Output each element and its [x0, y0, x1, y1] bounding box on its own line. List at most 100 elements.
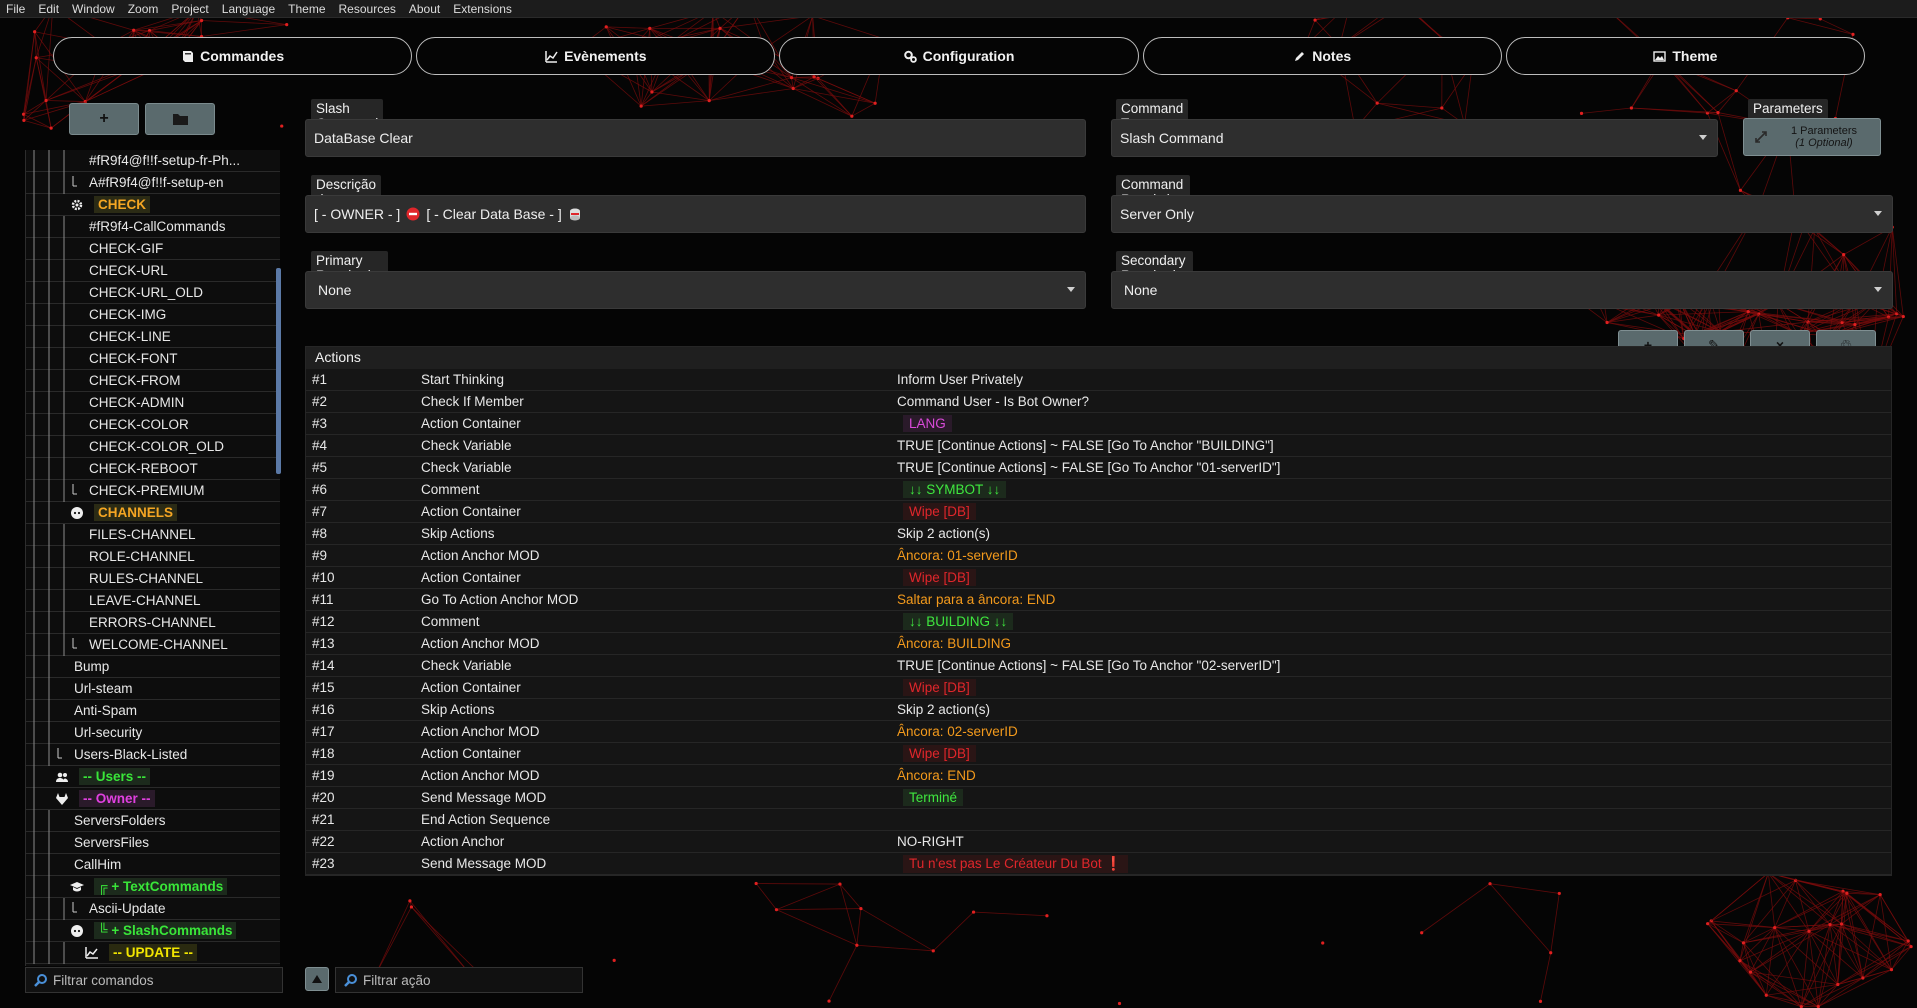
tree-item-label: #fR9f4-CallCommands [89, 219, 226, 234]
tree-item[interactable]: WELCOME-CHANNEL [26, 634, 280, 656]
secondary-permission-select[interactable]: None [1111, 271, 1893, 309]
action-row[interactable]: #17 Action Anchor MOD Âncora: 02-serverID [306, 721, 1891, 743]
menu-item-file[interactable]: File [0, 2, 32, 16]
tree-item[interactable]: CHECK-COLOR_OLD [26, 436, 280, 458]
menu-item-resources[interactable]: Resources [333, 2, 403, 16]
tree-item[interactable]: CHECK-ADMIN [26, 392, 280, 414]
tree-folder[interactable]: -- UPDATE -- [26, 942, 280, 964]
action-row[interactable]: #10 Action Container Wipe [DB] [306, 567, 1891, 589]
action-row[interactable]: #5 Check Variable TRUE [Continue Actions] … [306, 457, 1891, 479]
menu-item-edit[interactable]: Edit [32, 2, 66, 16]
action-row[interactable]: #22 Action Anchor NO-RIGHT [306, 831, 1891, 853]
tree-item[interactable]: Url-steam [26, 678, 280, 700]
tree-folder[interactable]: ╔ + TextCommands [26, 876, 280, 898]
action-row[interactable]: #13 Action Anchor MOD Âncora: BUILDING [306, 633, 1891, 655]
action-row[interactable]: #23 Send Message MOD Tu n'est pas Le Créat… [306, 853, 1891, 875]
action-row[interactable]: #19 Action Anchor MOD Âncora: END [306, 765, 1891, 787]
tree-item[interactable]: Url-security [26, 722, 280, 744]
tree-item[interactable]: CHECK-IMG [26, 304, 280, 326]
action-row[interactable]: #12 Comment ↓↓ BUILDING ↓↓ [306, 611, 1891, 633]
network-node [859, 906, 863, 911]
network-line [1841, 923, 1909, 942]
action-row[interactable]: #9 Action Anchor MOD Âncora: 01-serverID [306, 545, 1891, 567]
command-type-select[interactable]: Slash Command [1111, 119, 1718, 157]
tree-item[interactable]: #fR9f4-CallCommands [26, 216, 280, 238]
tree-folder[interactable]: CHECK [26, 194, 280, 216]
tab-configuration[interactable]: Configuration [779, 37, 1139, 75]
menu-item-about[interactable]: About [403, 2, 447, 16]
menu-item-zoom[interactable]: Zoom [122, 2, 166, 16]
tab-theme[interactable]: Theme [1505, 37, 1866, 75]
action-row[interactable]: #16 Skip Actions Skip 2 action(s) [306, 699, 1891, 721]
action-row[interactable]: #1 Start Thinking Inform User Privately [306, 369, 1891, 391]
tab-evenements[interactable]: Evènements [416, 37, 776, 75]
tree-folder[interactable]: -- Users -- [26, 766, 280, 788]
action-row[interactable]: #15 Action Container Wipe [DB] [306, 677, 1891, 699]
action-row[interactable]: #18 Action Container Wipe [DB] [306, 743, 1891, 765]
action-row[interactable]: #6 Comment ↓↓ SYMBOT ↓↓ [306, 479, 1891, 501]
tree-item[interactable]: ERRORS-CHANNEL [26, 612, 280, 634]
tree-item[interactable]: CHECK-URL_OLD [26, 282, 280, 304]
tree-item[interactable]: CallHim [26, 854, 280, 876]
action-row[interactable]: #7 Action Container Wipe [DB] [306, 501, 1891, 523]
command-restriction-select[interactable]: Server Only [1111, 195, 1893, 233]
add-folder-button[interactable] [145, 103, 215, 135]
tree-item[interactable]: CHECK-FROM [26, 370, 280, 392]
menu-item-theme[interactable]: Theme [282, 2, 332, 16]
action-detail-cell: Skip 2 action(s) [897, 526, 1891, 541]
command-filter-input[interactable]: Filtrar comandos [25, 967, 283, 993]
tree-item[interactable]: A#fR9f4@f!!f-setup-en [26, 172, 280, 194]
tree-item[interactable]: Ascii-Update [26, 898, 280, 920]
tree-folder[interactable]: -- Owner -- [26, 788, 280, 810]
action-filter-input[interactable]: Filtrar ação [335, 967, 583, 993]
tree-item[interactable]: LEAVE-CHANNEL [26, 590, 280, 612]
tree-item[interactable]: CHECK-COLOR [26, 414, 280, 436]
action-name: Check Variable [421, 460, 512, 475]
action-row[interactable]: #11 Go To Action Anchor MOD Saltar para a … [306, 589, 1891, 611]
tree-item[interactable]: Bump [26, 656, 280, 678]
parameters-button[interactable]: 1 Parameters (1 Optional) [1743, 118, 1881, 156]
tree-item[interactable]: CHECK-URL [26, 260, 280, 282]
description-input[interactable]: [ - OWNER - ] [ - Clear Data Base - ] [305, 195, 1086, 233]
action-row[interactable]: #20 Send Message MOD Terminé [306, 787, 1891, 809]
tree-item[interactable]: ROLE-CHANNEL [26, 546, 280, 568]
network-line [1846, 892, 1909, 942]
command-name-input[interactable]: DataBase Clear [305, 119, 1086, 157]
tree-item[interactable]: ServersFiles [26, 832, 280, 854]
network-node [612, 958, 616, 962]
tree-item[interactable]: Users-Black-Listed [26, 744, 280, 766]
action-row[interactable]: #4 Check Variable TRUE [Continue Actions] … [306, 435, 1891, 457]
tree-item[interactable]: CHECK-GIF [26, 238, 280, 260]
tree-item[interactable]: CHECK-REBOOT [26, 458, 280, 480]
tree-item[interactable]: Anti-Spam [26, 700, 280, 722]
tree-scrollbar[interactable] [276, 268, 281, 474]
tree-item[interactable]: CHECK-PREMIUM [26, 480, 280, 502]
tree-folder[interactable]: ╚ + SlashCommands [26, 920, 280, 942]
action-row[interactable]: #21 End Action Sequence [306, 809, 1891, 831]
menu-item-project[interactable]: Project [165, 2, 215, 16]
tree-item[interactable]: CHECK-FONT [26, 348, 280, 370]
action-detail: Âncora: BUILDING [897, 636, 1012, 651]
actions-list: Actions #1 Start Thinking Inform User Priv… [305, 346, 1892, 876]
action-detail-cell: Âncora: END [897, 768, 1891, 783]
add-command-button[interactable]: + [69, 103, 139, 135]
menu-item-extensions[interactable]: Extensions [447, 2, 519, 16]
tree-item[interactable]: CHECK-LINE [26, 326, 280, 348]
tree-folder[interactable]: CHANNELS [26, 502, 280, 524]
tab-commandes[interactable]: Commandes [53, 37, 413, 75]
tree-item[interactable]: ServersFolders [26, 810, 280, 832]
network-node [1557, 891, 1561, 896]
move-up-button[interactable] [305, 967, 329, 991]
action-row[interactable]: #14 Check Variable TRUE [Continue Actions]… [306, 655, 1891, 677]
secondary-permission-label: Secondary Required Permission [1116, 251, 1193, 298]
tree-item[interactable]: FILES-CHANNEL [26, 524, 280, 546]
tab-notes[interactable]: Notes [1142, 37, 1502, 75]
menu-item-language[interactable]: Language [216, 2, 282, 16]
primary-permission-select[interactable]: None [305, 271, 1086, 309]
tree-item[interactable]: #fR9f4@f!!f-setup-fr-Ph... [26, 150, 280, 172]
tree-item[interactable]: RULES-CHANNEL [26, 568, 280, 590]
action-row[interactable]: #8 Skip Actions Skip 2 action(s) [306, 523, 1891, 545]
menu-item-window[interactable]: Window [66, 2, 122, 16]
action-row[interactable]: #2 Check If Member Command User - Is Bot O… [306, 391, 1891, 413]
action-row[interactable]: #3 Action Container LANG [306, 413, 1891, 435]
